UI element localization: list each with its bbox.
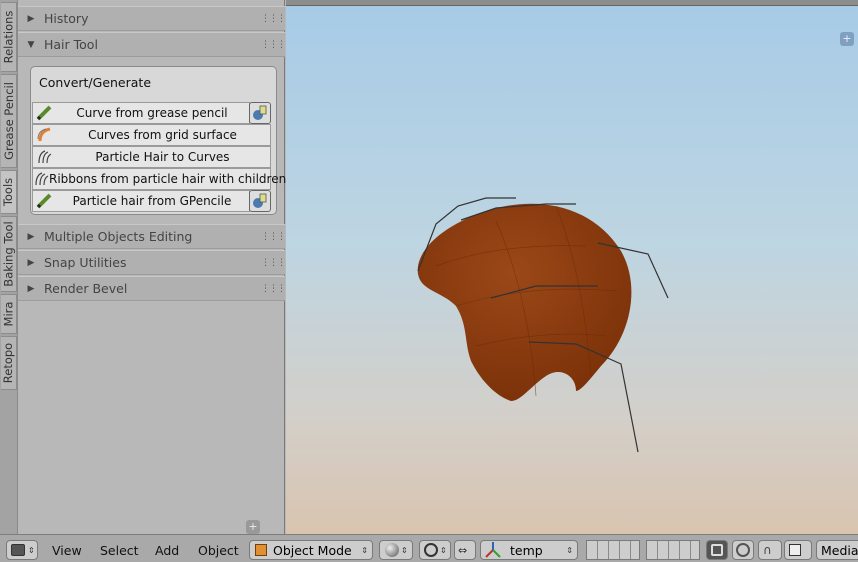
expanded-arrow-icon: ▼ xyxy=(27,39,35,50)
chevron-updown-icon: ⇕ xyxy=(28,545,35,555)
curves-from-grid-surface-button[interactable]: Curves from grid surface xyxy=(32,124,271,146)
drag-grip-icon[interactable]: ⋮⋮⋮ xyxy=(261,232,286,242)
shading-sphere-icon xyxy=(385,543,399,557)
editor-type-button[interactable]: ⇕ xyxy=(6,540,38,560)
grease-pencil-options-icon[interactable] xyxy=(249,102,271,124)
menu-add[interactable]: Add xyxy=(155,543,179,558)
hair-mesh-drawing xyxy=(417,197,669,453)
menu-select[interactable]: Select xyxy=(100,543,139,558)
viewport-shading-dropdown[interactable]: ⇕ xyxy=(379,540,413,560)
transform-orientation-dropdown[interactable]: temp ⇕ xyxy=(480,540,578,560)
drag-grip-icon[interactable]: ⋮⋮⋮ xyxy=(261,258,286,268)
manipulator-arrows-icon: ⇔ xyxy=(458,543,468,557)
pivot-dropdown[interactable]: Media xyxy=(816,540,858,560)
axis-manipulator-icon xyxy=(485,542,501,558)
object-cube-icon xyxy=(255,544,267,556)
panel-render-bevel[interactable]: ▶ Render Bevel ⋮⋮⋮ xyxy=(18,276,286,301)
chevron-updown-icon: ⇕ xyxy=(361,545,368,555)
pencil-icon xyxy=(33,191,55,211)
3d-view-icon xyxy=(11,544,25,556)
viewport-corner-plus-icon[interactable]: + xyxy=(840,32,854,46)
lock-icon xyxy=(711,544,723,556)
chevron-updown-icon: ⇕ xyxy=(440,545,447,555)
tool-shelf: ▶ History ⋮⋮⋮ ▼ Hair Tool ⋮⋮⋮ Convert/Ge… xyxy=(18,0,286,534)
collapsed-arrow-icon: ▶ xyxy=(27,231,35,242)
drag-grip-icon[interactable]: ⋮⋮⋮ xyxy=(261,284,286,294)
drag-grip-icon[interactable]: ⋮⋮⋮ xyxy=(261,14,286,24)
pivot-icon xyxy=(424,543,438,557)
tab-retopo[interactable]: Retopo xyxy=(1,336,17,390)
manipulator-toggle[interactable]: ⇔ xyxy=(454,540,476,560)
snap-cube-icon xyxy=(789,544,801,556)
render-preview-toggle[interactable] xyxy=(732,540,754,560)
render-circle-icon xyxy=(736,543,750,557)
layer-buttons-group-1[interactable] xyxy=(586,540,640,560)
snap-toggle[interactable]: ∩ xyxy=(758,540,782,560)
panel-resize-plus-icon[interactable]: + xyxy=(246,520,260,534)
3d-viewport[interactable]: + xyxy=(286,6,858,534)
drag-grip-icon[interactable]: ⋮⋮⋮ xyxy=(261,40,286,50)
tab-mira[interactable]: Mira xyxy=(1,294,17,334)
hair-icon xyxy=(33,169,49,189)
box-title: Convert/Generate xyxy=(39,75,152,90)
menu-view[interactable]: View xyxy=(52,543,82,558)
curve-from-grease-pencil-button[interactable]: Curve from grease pencil xyxy=(32,102,250,124)
lock-camera-toggle[interactable] xyxy=(706,540,728,560)
curve-icon xyxy=(33,125,55,145)
panel-hair-tool[interactable]: ▼ Hair Tool ⋮⋮⋮ xyxy=(18,32,286,57)
convert-generate-box: Convert/Generate Curve from grease penci… xyxy=(30,66,286,215)
hair-icon xyxy=(33,147,55,167)
tab-tools[interactable]: Tools xyxy=(1,170,17,214)
tab-grease-pencil[interactable]: Grease Pencil xyxy=(1,74,17,168)
chevron-updown-icon: ⇕ xyxy=(401,545,408,555)
magnet-icon: ∩ xyxy=(763,543,772,557)
chevron-updown-icon: ⇕ xyxy=(566,545,573,555)
collapsed-arrow-icon: ▶ xyxy=(27,257,35,268)
particle-hair-to-curves-button[interactable]: Particle Hair to Curves xyxy=(32,146,271,168)
tab-baking-tool[interactable]: Baking Tool xyxy=(1,216,17,292)
pencil-icon xyxy=(33,103,55,123)
layer-buttons-group-2[interactable] xyxy=(646,540,700,560)
snap-element-dropdown[interactable] xyxy=(784,540,812,560)
hair-mesh xyxy=(417,203,632,401)
collapsed-arrow-icon: ▶ xyxy=(27,13,35,24)
panel-multiple-objects-editing[interactable]: ▶ Multiple Objects Editing ⋮⋮⋮ xyxy=(18,224,286,249)
ribbons-from-particle-hair-button[interactable]: Ribbons from particle hair with children xyxy=(32,168,286,190)
pivot-point-dropdown[interactable]: ⇕ xyxy=(419,540,451,560)
collapsed-arrow-icon: ▶ xyxy=(27,283,35,294)
3d-view-header: ⇕ View Select Add Object Object Mode ⇕ ⇕… xyxy=(0,534,858,562)
particle-hair-from-gpencile-button[interactable]: Particle hair from GPencile xyxy=(32,190,250,212)
vertical-tab-bar: Relations Grease Pencil Tools Baking Too… xyxy=(0,0,18,534)
menu-object[interactable]: Object xyxy=(198,543,239,558)
panel-history[interactable]: ▶ History ⋮⋮⋮ xyxy=(18,6,286,31)
mode-dropdown[interactable]: Object Mode ⇕ xyxy=(249,540,373,560)
tab-relations[interactable]: Relations xyxy=(1,2,17,72)
panel-snap-utilities[interactable]: ▶ Snap Utilities ⋮⋮⋮ xyxy=(18,250,286,275)
gpencile-options-icon[interactable] xyxy=(249,190,271,212)
